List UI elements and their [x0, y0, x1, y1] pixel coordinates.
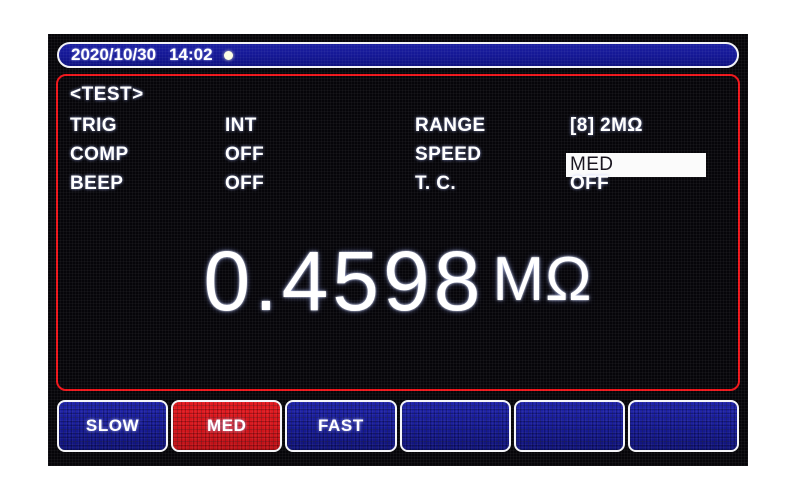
- softkey-fast-label: FAST: [318, 416, 364, 435]
- param-label-comp: COMP: [70, 143, 129, 165]
- softkey-med[interactable]: MED: [171, 400, 283, 452]
- reading-unit: MΩ: [492, 245, 593, 314]
- title-time: 14:02: [169, 45, 213, 64]
- param-value-tc[interactable]: OFF: [570, 173, 730, 195]
- softkey-5[interactable]: [513, 400, 625, 452]
- param-value-comp[interactable]: OFF: [225, 144, 415, 166]
- instrument-lcd-screen: 2020/10/30 14:02 <TEST> TRIG INT RANGE […: [48, 34, 748, 466]
- param-value-beep[interactable]: OFF: [225, 173, 415, 195]
- title-date: 2020/10/30: [71, 45, 157, 64]
- parameter-row-beep-tc: BEEP OFF T. C. OFF: [70, 169, 730, 198]
- softkey-slow[interactable]: SLOW: [57, 400, 169, 452]
- recording-indicator-dot: [223, 50, 233, 60]
- param-value-range[interactable]: [8] 2MΩ: [570, 115, 730, 137]
- mode-label: <TEST>: [70, 84, 144, 105]
- param-label-trig: TRIG: [70, 114, 117, 136]
- reading-value: 0.4598: [203, 234, 485, 328]
- parameter-grid: TRIG INT RANGE [8] 2MΩ COMP OFF SPEED ME…: [70, 111, 730, 198]
- softkey-slow-label: SLOW: [85, 416, 140, 435]
- param-label-beep: BEEP: [70, 172, 124, 194]
- softkey-4[interactable]: [399, 400, 511, 452]
- title-bar: 2020/10/30 14:02: [57, 42, 739, 68]
- parameter-row-trig-range: TRIG INT RANGE [8] 2MΩ: [70, 111, 730, 140]
- param-label-range: RANGE: [415, 114, 486, 136]
- softkey-fast[interactable]: FAST: [285, 400, 397, 452]
- param-label-tc: T. C.: [415, 172, 457, 194]
- parameter-row-comp-speed: COMP OFF SPEED MED: [70, 140, 730, 177]
- softkey-6[interactable]: [627, 400, 740, 452]
- param-value-trig[interactable]: INT: [225, 115, 415, 137]
- softkey-row: SLOW MED FAST: [57, 400, 740, 452]
- param-label-speed: SPEED: [415, 143, 482, 165]
- measurement-panel: <TEST> TRIG INT RANGE [8] 2MΩ COMP OFF S…: [56, 74, 740, 391]
- primary-reading: 0.4598 MΩ: [58, 226, 738, 336]
- softkey-med-label: MED: [206, 416, 247, 435]
